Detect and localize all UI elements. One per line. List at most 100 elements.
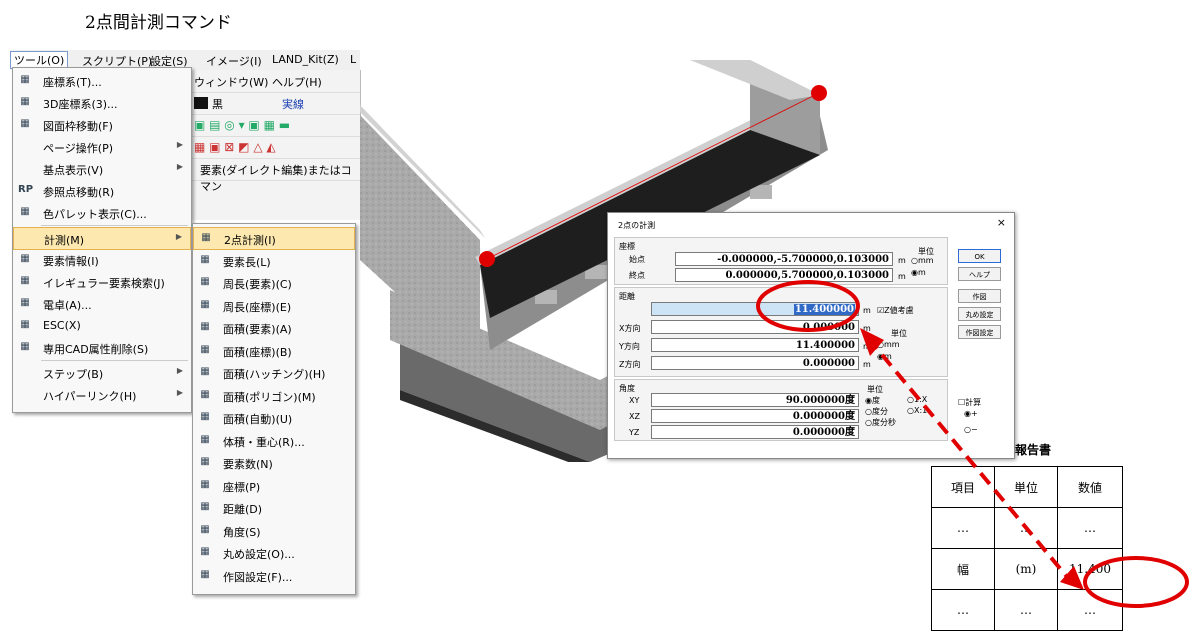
distance-group-label: 距離 bbox=[619, 292, 635, 301]
menu-item[interactable]: ▦ 座標(P) bbox=[193, 475, 355, 496]
linetype-select[interactable]: 実線 bbox=[282, 96, 304, 112]
menu-landkit[interactable]: LAND_Kit(Z) bbox=[272, 53, 339, 66]
z-field[interactable]: 0.000000 bbox=[651, 356, 859, 370]
menu-item[interactable]: ▦ 座標系(T)... bbox=[13, 70, 191, 91]
x-label: X方向 bbox=[619, 324, 641, 333]
dist-unit-m-radio[interactable]: ◉m bbox=[877, 352, 892, 361]
menu-item[interactable]: ▦ 面積(自動)(U) bbox=[193, 407, 355, 428]
area-coord-icon: ▦ bbox=[200, 343, 210, 355]
z-consider-checkbox[interactable]: ☑Z値考慮 bbox=[877, 305, 914, 316]
xz-angle-field[interactable]: 0.000000度 bbox=[651, 409, 859, 423]
area-polygon-icon: ▦ bbox=[200, 388, 210, 400]
menu-item[interactable]: ページ操作(P) ▶ bbox=[13, 136, 191, 157]
menu-item[interactable]: RP 参照点移動(R) bbox=[13, 180, 191, 201]
x-unit: m bbox=[863, 324, 871, 333]
xy-angle-field[interactable]: 90.000000度 bbox=[651, 393, 859, 407]
angle-deg-radio[interactable]: ◉度 bbox=[865, 395, 880, 406]
menu-item[interactable]: ▦ 作図設定(F)... bbox=[193, 565, 355, 586]
angle-1x-radio[interactable]: ○1:X bbox=[907, 395, 927, 404]
draw-button[interactable]: 作図 bbox=[958, 289, 1001, 303]
status-hint: 要素(ダイレクト編集)またはコマン bbox=[200, 164, 352, 193]
dialog-title: 2点の計測 bbox=[618, 221, 656, 230]
menu-item[interactable]: ハイパーリンク(H) ▶ bbox=[13, 384, 191, 405]
color-select[interactable]: 黒 bbox=[212, 96, 223, 112]
menu-item-label: 面積(ポリゴン)(M) bbox=[223, 390, 316, 404]
dist-unit-mm-radio[interactable]: ○mm bbox=[877, 340, 900, 349]
draw-settings-button[interactable]: 作図設定 bbox=[958, 325, 1001, 339]
menu-item[interactable]: ▦ 丸め設定(O)... bbox=[193, 542, 355, 563]
angle-degminsec-radio[interactable]: ○度分秒 bbox=[865, 417, 896, 428]
menu-item-label: 計測(M) bbox=[44, 234, 85, 247]
menu-item[interactable]: ▦ 3D座標系(3)... bbox=[13, 92, 191, 113]
menu-item-label: 参照点移動(R) bbox=[43, 186, 115, 199]
yz-angle-field[interactable]: 0.000000度 bbox=[651, 425, 859, 439]
menu-item[interactable]: ▦ 面積(要素)(A) bbox=[193, 317, 355, 338]
menu-item[interactable]: ▦ 要素情報(I) bbox=[13, 249, 191, 270]
end-point-field[interactable]: 0.000000,5.700000,0.103000 bbox=[675, 268, 893, 282]
coordinate-system-icon: ▦ bbox=[20, 74, 30, 85]
menu-item[interactable]: ▦ イレギュラー要素検索(J) bbox=[13, 271, 191, 292]
x-field[interactable]: 0.000000 bbox=[651, 320, 859, 334]
angle-icon: ▦ bbox=[200, 523, 210, 535]
menu-item[interactable]: ステップ(B) ▶ bbox=[13, 362, 191, 383]
start-point-field[interactable]: -0.000000,-5.700000,0.103000 bbox=[675, 252, 893, 266]
menu-item-label: 基点表示(V) bbox=[43, 164, 104, 177]
menu-item-label: ESC(X) bbox=[43, 319, 81, 332]
coord-group: 座標 始点 -0.000000,-5.700000,0.103000 m 終点 … bbox=[614, 237, 948, 285]
table-cell: … bbox=[994, 589, 1058, 631]
menu-item-label: 角度(S) bbox=[223, 525, 261, 539]
ruler-icon: ▦ bbox=[201, 232, 211, 243]
calc-checkbox[interactable]: ☐計算 bbox=[958, 397, 981, 408]
table-cell: … bbox=[931, 589, 995, 631]
volume-icon: ▦ bbox=[200, 433, 210, 445]
menu-item[interactable]: ▦ ESC(X) bbox=[13, 315, 191, 336]
menu-item[interactable]: ▦ 周長(座標)(E) bbox=[193, 295, 355, 316]
y-unit: m bbox=[863, 342, 871, 351]
y-field[interactable]: 11.400000 bbox=[651, 338, 859, 352]
area-auto-icon: ▦ bbox=[200, 411, 210, 422]
start-point-marker bbox=[479, 251, 495, 267]
menu-item[interactable]: ▦ 要素長(L) bbox=[193, 250, 355, 271]
menu-item[interactable]: ▦ 体積・重心(R)... bbox=[193, 430, 355, 451]
menu-item[interactable]: ▦ 面積(ポリゴン)(M) bbox=[193, 385, 355, 406]
menu-item[interactable]: ▦ 図面枠移動(F) bbox=[13, 114, 191, 135]
menu-item[interactable]: ▦ 距離(D) bbox=[193, 497, 355, 518]
menu-item[interactable]: ▦ 電卓(A)... bbox=[13, 293, 191, 314]
angle-degmin-radio[interactable]: ○度分 bbox=[865, 406, 888, 417]
coord-unit-m-radio[interactable]: ◉m bbox=[911, 268, 926, 277]
distance-field[interactable]: 11.400000 bbox=[651, 302, 859, 316]
close-icon[interactable]: × bbox=[997, 216, 1006, 229]
menu-item-label: 作図設定(F)... bbox=[223, 570, 293, 584]
angle-x1-radio[interactable]: ○X:1 bbox=[907, 406, 927, 415]
menu-item[interactable]: ▦ 面積(座標)(B) bbox=[193, 340, 355, 361]
rounding-button[interactable]: 丸め設定 bbox=[958, 307, 1001, 321]
coord-unit-mm-radio[interactable]: ○mm bbox=[911, 256, 934, 265]
calc-plus-radio[interactable]: ◉+ bbox=[964, 409, 978, 418]
end-label: 終点 bbox=[629, 271, 645, 280]
menu-item[interactable]: ▦ 角度(S) bbox=[193, 520, 355, 541]
menu-more[interactable]: L bbox=[350, 53, 356, 66]
menu-item[interactable]: ▦ 2点計測(I) bbox=[193, 227, 355, 250]
start-unit: m bbox=[898, 256, 906, 265]
perimeter-coord-icon: ▦ bbox=[200, 298, 210, 310]
ok-button[interactable]: OK bbox=[958, 249, 1001, 263]
menu-item[interactable]: ▦ 周長(要素)(C) bbox=[193, 272, 355, 293]
menu-item[interactable]: 計測(M) ▶ bbox=[13, 227, 191, 250]
table-header: 単位 bbox=[994, 466, 1058, 508]
menu-item-label: ステップ(B) bbox=[43, 368, 104, 381]
help-button[interactable]: ヘルプ bbox=[958, 267, 1001, 281]
menu-item-label: 面積(自動)(U) bbox=[223, 413, 293, 426]
drawing-settings-icon: ▦ bbox=[200, 568, 210, 580]
menu-item[interactable]: 基点表示(V) ▶ bbox=[13, 158, 191, 179]
menu-item[interactable]: ▦ 要素数(N) bbox=[193, 452, 355, 473]
angle-group: 角度 XY 90.000000度 XZ 0.000000度 YZ 0.00000… bbox=[614, 379, 948, 441]
menu-item[interactable]: ▦ 専用CAD属性削除(S) bbox=[13, 337, 191, 358]
calc-minus-radio[interactable]: ○− bbox=[964, 425, 978, 434]
menu-image[interactable]: イメージ(I) bbox=[206, 53, 262, 69]
menu-item[interactable]: ▦ 色パレット表示(C)... bbox=[13, 202, 191, 223]
two-point-measure-dialog: 2点の計測 × 座標 始点 -0.000000,-5.700000,0.1030… bbox=[607, 212, 1015, 459]
measure-submenu: ▦ 2点計測(I) ▦ 要素長(L) ▦ 周長(要素)(C) ▦ 周長(座標)(E) ▦ 面積(要… bbox=[192, 223, 356, 595]
menu-item[interactable]: ▦ 面積(ハッチング)(H) bbox=[193, 362, 355, 383]
table-header: 数値 bbox=[1057, 466, 1123, 508]
element-count-icon: ▦ bbox=[200, 456, 210, 467]
